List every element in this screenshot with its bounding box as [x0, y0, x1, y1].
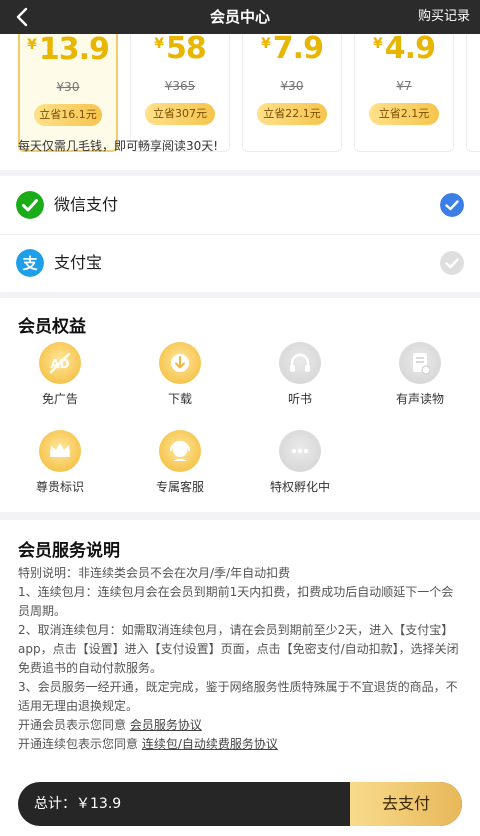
service-line: 1、连续包月：连续包月会在会员到期前1天内扣费，扣费成功后自动顺延下一个会员周期…	[18, 585, 454, 618]
service-line: 2、取消连续包月：如需取消连续包月，请在会员到期前至少2天，进入【支付宝】app…	[18, 623, 459, 675]
plan-tip: 每天仅需几毛钱，即可畅享阅读30天!	[18, 139, 219, 153]
benefit-label: 听书	[287, 392, 312, 406]
member-agreement-link[interactable]: 会员服务协议	[130, 718, 202, 732]
plan-card-partial[interactable]	[466, 34, 480, 152]
wechat-pay-icon	[16, 191, 44, 219]
plan-save-badge: 立省16.1元	[34, 104, 102, 126]
auto-renew-agreement-link[interactable]: 连续包/自动续费服务协议	[142, 737, 278, 751]
benefit-label: 尊贵标识	[35, 480, 84, 494]
top-bar: 会员中心 购买记录	[0, 0, 480, 34]
pay-button[interactable]: 去支付	[350, 782, 462, 826]
benefit-download[interactable]: 下载	[130, 342, 230, 407]
service-line: 3、会员服务一经开通，既定完成，鉴于网络服务性质特殊属于不宜退货的商品，不适用无…	[18, 680, 458, 713]
crown-icon	[39, 430, 81, 472]
customer-service-icon	[159, 430, 201, 472]
payment-option-alipay[interactable]: 支 支付宝	[0, 234, 480, 292]
total-price: 总计：￥13.9	[34, 796, 122, 812]
download-icon	[159, 342, 201, 384]
service-title: 会员服务说明	[18, 541, 120, 561]
plan-original-price: ¥30	[56, 80, 80, 94]
benefit-label: 有声读物	[395, 392, 444, 406]
benefit-audiobook[interactable]: 有声读物	[370, 342, 470, 407]
plan-price: ¥7.9	[261, 34, 324, 66]
check-selected-icon	[440, 193, 464, 217]
plan-save-badge: 立省22.1元	[257, 103, 327, 125]
benefit-customer-service[interactable]: 专属客服	[130, 430, 230, 495]
plan-price: ¥4.9	[373, 34, 436, 66]
payment-methods: 微信支付 支 支付宝	[0, 176, 480, 292]
benefit-audio-listen[interactable]: 听书	[250, 342, 350, 407]
benefit-label: 专属客服	[155, 480, 204, 494]
plan-selector: ¥13.9 ¥30 立省16.1元 ¥58 ¥365 立省307元 ¥7.9 ¥…	[0, 34, 480, 170]
member-benefits: 会员权益 AD 免广告 下载 听书	[0, 298, 480, 512]
benefit-vip-badge[interactable]: 尊贵标识	[10, 430, 110, 495]
plan-card-3[interactable]: ¥7.9 ¥30 立省22.1元	[242, 34, 342, 152]
audiobook-icon	[399, 342, 441, 384]
agreement-line: 开通会员表示您同意 会员服务协议	[18, 718, 202, 732]
benefits-title: 会员权益	[18, 317, 86, 337]
plan-original-price: ¥30	[280, 79, 304, 93]
plan-card-1[interactable]: ¥13.9 ¥30 立省16.1元	[18, 34, 118, 152]
service-body: 特别说明：非连续类会员不会在次月/季/年自动扣费 1、连续包月：连续包月会在会员…	[18, 564, 464, 754]
headphones-icon	[279, 342, 321, 384]
payment-option-wechat[interactable]: 微信支付	[0, 176, 480, 235]
agreement-line: 开通连续包表示您同意 连续包/自动续费服务协议	[18, 737, 278, 751]
svg-text:支: 支	[21, 255, 38, 273]
more-icon	[279, 430, 321, 472]
benefit-label: 免广告	[41, 392, 78, 406]
page-title: 会员中心	[209, 8, 270, 26]
benefit-label: 特权孵化中	[269, 480, 330, 494]
benefit-label: 下载	[167, 392, 192, 406]
benefit-no-ads[interactable]: AD 免广告	[10, 342, 110, 407]
payment-name: 微信支付	[54, 195, 119, 214]
plan-price: ¥58	[154, 34, 206, 66]
check-unselected-icon	[440, 251, 464, 275]
purchase-record-link[interactable]: 购买记录	[418, 0, 470, 34]
plan-price: ¥13.9	[27, 34, 110, 67]
plan-original-price: ¥365	[164, 79, 196, 93]
checkout-bar: 总计：￥13.9 去支付	[18, 782, 462, 826]
plan-card-2[interactable]: ¥58 ¥365 立省307元	[130, 34, 230, 152]
benefit-more[interactable]: 特权孵化中	[250, 430, 350, 495]
payment-name: 支付宝	[54, 253, 103, 272]
plan-original-price: ¥7	[396, 79, 412, 93]
no-ads-icon: AD	[39, 342, 81, 384]
plan-save-badge: 立省2.1元	[369, 103, 439, 125]
service-line: 特别说明：非连续类会员不会在次月/季/年自动扣费	[18, 566, 291, 580]
alipay-icon: 支	[16, 249, 44, 277]
plan-save-badge: 立省307元	[145, 103, 215, 125]
plan-card-4[interactable]: ¥4.9 ¥7 立省2.1元	[354, 34, 454, 152]
